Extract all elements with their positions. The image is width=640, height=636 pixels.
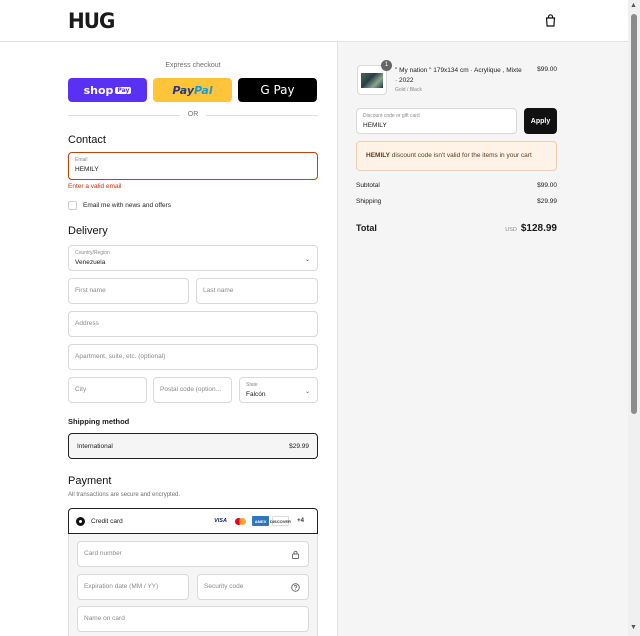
google-pay-button[interactable]: G Pay bbox=[238, 78, 317, 102]
address-field[interactable]: Address bbox=[68, 311, 318, 337]
country-select[interactable]: Country/Region Venezuela ⌄ bbox=[68, 245, 318, 271]
shipping-option-international[interactable]: International $29.99 bbox=[68, 433, 318, 459]
email-error: Enter a valid email bbox=[68, 183, 122, 190]
country-value: Venezuela bbox=[75, 259, 106, 266]
paypal-text-b: Pal bbox=[194, 83, 213, 97]
last-name-field[interactable]: Last name bbox=[196, 278, 318, 304]
shop-pay-button[interactable]: shop Pay bbox=[68, 78, 147, 102]
paypal-button[interactable]: Pay Pal bbox=[153, 78, 232, 102]
state-select[interactable]: State Falcón ⌄ bbox=[239, 377, 318, 403]
discount-label: Discount code or gift card bbox=[363, 113, 420, 119]
delivery-title: Delivery bbox=[68, 225, 108, 237]
express-checkout-label: Express checkout bbox=[165, 62, 221, 69]
address-placeholder: Address bbox=[75, 320, 99, 327]
city-placeholder: City bbox=[75, 386, 87, 393]
subtotal-value: $99.00 bbox=[537, 182, 557, 189]
lock-icon bbox=[292, 550, 299, 559]
scroll-down-icon[interactable]: ▼ bbox=[630, 624, 637, 631]
postal-code-field[interactable]: Postal code (option... bbox=[153, 377, 232, 403]
help-circle-icon[interactable] bbox=[291, 583, 300, 592]
shipping-row: Shipping $29.99 bbox=[356, 198, 557, 205]
contact-title: Contact bbox=[68, 134, 106, 146]
warning-text: discount code isn't valid for the items … bbox=[389, 152, 532, 159]
total-row: Total USD $128.99 bbox=[356, 218, 557, 236]
product-image bbox=[361, 73, 383, 88]
credit-card-label: Credit card bbox=[91, 518, 123, 525]
apply-discount-button[interactable]: Apply bbox=[524, 108, 557, 134]
first-name-placeholder: First name bbox=[75, 287, 106, 294]
warning-code: HEMILY bbox=[366, 152, 390, 159]
discount-warning: HEMILY discount code isn't valid for the… bbox=[356, 141, 557, 171]
amex-icon: AMEX bbox=[252, 516, 269, 526]
paypal-text-a: Pay bbox=[172, 83, 195, 97]
card-number-placeholder: Card number bbox=[84, 550, 122, 557]
scrollbar-thumb[interactable] bbox=[631, 14, 637, 414]
or-divider: OR bbox=[68, 110, 318, 120]
chevron-down-icon: ⌄ bbox=[304, 389, 310, 395]
subtotal-row: Subtotal $99.00 bbox=[356, 182, 557, 189]
shipping-option-price: $29.99 bbox=[289, 443, 309, 450]
discover-icon: DISCOVER bbox=[270, 516, 291, 526]
total-label: Total bbox=[356, 223, 377, 233]
store-logo[interactable]: HUG bbox=[68, 9, 115, 33]
email-label: Email bbox=[75, 157, 88, 163]
bag-icon[interactable] bbox=[545, 14, 556, 27]
shipping-method-title: Shipping method bbox=[68, 417, 130, 426]
scrollbar[interactable]: ▲ ▼ bbox=[628, 0, 640, 636]
card-number-field[interactable]: Card number bbox=[77, 541, 309, 567]
credit-card-option[interactable]: Credit card VISA AMEX DISCOVER +4 bbox=[68, 508, 318, 534]
newsletter-checkbox[interactable] bbox=[68, 200, 77, 210]
radio-selected-icon[interactable] bbox=[76, 517, 85, 526]
payment-subtitle: All transactions are secure and encrypte… bbox=[68, 492, 181, 498]
expiration-field[interactable]: Expiration date (MM / YY) bbox=[77, 574, 189, 600]
expiration-placeholder: Expiration date (MM / YY) bbox=[84, 583, 159, 590]
shipping-label: Shipping bbox=[356, 198, 382, 205]
name-on-card-placeholder: Name on card bbox=[84, 615, 125, 622]
divider-line bbox=[206, 115, 318, 116]
shipping-option-name: International bbox=[77, 443, 113, 450]
product-price: $99.00 bbox=[537, 66, 557, 73]
email-value: HEMILY bbox=[75, 166, 99, 173]
security-code-placeholder: Security code bbox=[204, 583, 244, 590]
chevron-down-icon: ⌄ bbox=[304, 257, 310, 263]
state-value: Falcón bbox=[246, 391, 266, 398]
newsletter-label: Email me with news and offers bbox=[83, 201, 172, 209]
more-cards-badge: +4 bbox=[297, 518, 304, 524]
apartment-field[interactable]: Apartment, suite, etc. (optional) bbox=[68, 344, 318, 370]
security-code-field[interactable]: Security code bbox=[197, 574, 309, 600]
shop-pay-text: shop bbox=[83, 83, 114, 97]
quantity-badge: 1 bbox=[381, 60, 392, 71]
newsletter-option[interactable]: Email me with news and offers bbox=[68, 200, 171, 210]
state-label: State bbox=[246, 382, 258, 388]
header: HUG bbox=[0, 0, 628, 42]
total-value: $128.99 bbox=[520, 223, 557, 234]
discount-value: HEMILY bbox=[363, 122, 387, 129]
shop-pay-badge: Pay bbox=[115, 86, 132, 94]
subtotal-label: Subtotal bbox=[356, 182, 380, 189]
first-name-field[interactable]: First name bbox=[68, 278, 189, 304]
email-field[interactable]: Email HEMILY bbox=[68, 152, 318, 180]
payment-title: Payment bbox=[68, 475, 112, 487]
mastercard-icon bbox=[232, 516, 249, 526]
card-brand-icons: VISA AMEX DISCOVER +4 bbox=[212, 516, 309, 526]
country-label: Country/Region bbox=[75, 250, 110, 256]
discount-code-field[interactable]: Discount code or gift card HEMILY bbox=[356, 108, 517, 134]
postal-code-placeholder: Postal code (option... bbox=[160, 386, 222, 393]
total-currency: USD bbox=[505, 227, 517, 233]
product-variant: Gold / Black bbox=[395, 87, 422, 93]
apartment-placeholder: Apartment, suite, etc. (optional) bbox=[75, 353, 166, 360]
city-field[interactable]: City bbox=[68, 377, 147, 403]
last-name-placeholder: Last name bbox=[203, 287, 234, 294]
visa-icon: VISA bbox=[214, 518, 227, 524]
scroll-up-icon[interactable]: ▲ bbox=[630, 2, 637, 9]
shipping-value: $29.99 bbox=[537, 198, 557, 205]
name-on-card-field[interactable]: Name on card bbox=[77, 606, 309, 632]
